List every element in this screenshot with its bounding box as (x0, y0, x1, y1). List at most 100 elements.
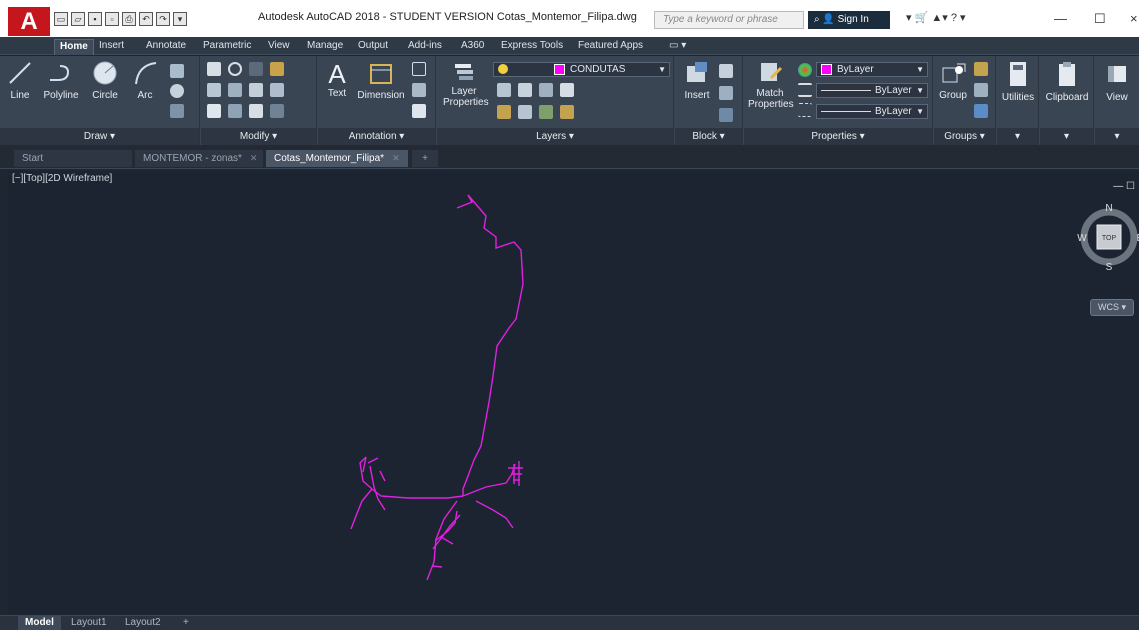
clipboard-tool[interactable]: Clipboard (1042, 60, 1092, 103)
group-edit-icon[interactable] (974, 83, 988, 97)
match-properties-tool[interactable]: Match Properties (748, 60, 794, 110)
groups-panel-title[interactable]: Groups ▾ (934, 128, 995, 145)
dimension-tool[interactable]: Dimension (356, 60, 406, 101)
linear-dimension-icon[interactable] (412, 62, 426, 76)
tab-model[interactable]: Model (18, 616, 61, 630)
block-panel-title[interactable]: Block ▾ (675, 128, 742, 145)
move-icon[interactable] (207, 62, 221, 76)
arc-tool[interactable]: Arc (130, 60, 160, 101)
application-menu-button[interactable]: A (8, 7, 50, 36)
group-tool[interactable]: Group (936, 60, 970, 101)
open-icon[interactable]: ▱ (71, 12, 85, 26)
tab-view[interactable]: View (263, 39, 295, 55)
compass-north[interactable]: N (1105, 203, 1112, 214)
undo-icon[interactable]: ↶ (139, 12, 153, 26)
color-wheel-icon[interactable] (798, 63, 812, 77)
sign-in-button[interactable]: ⌕ 👤 Sign In (808, 11, 890, 29)
scale-icon[interactable] (228, 104, 242, 118)
wcs-dropdown[interactable]: WCS ▾ (1090, 299, 1134, 316)
modify-panel-title[interactable]: Modify ▾ (201, 128, 316, 145)
tab-layout2[interactable]: Layout2 (118, 616, 168, 630)
explode-icon[interactable] (270, 83, 284, 97)
drawing-canvas[interactable] (8, 171, 1139, 615)
save-icon[interactable]: ▪ (88, 12, 102, 26)
new-icon[interactable]: ▭ (54, 12, 68, 26)
edit-block-icon[interactable] (719, 86, 733, 100)
viewcube[interactable]: TOP N S W E (1074, 201, 1139, 271)
doc-tab-cotas-montemor[interactable]: Cotas_Montemor_Filipa* ✕ (266, 150, 408, 167)
circle-tool[interactable]: Circle (86, 60, 124, 101)
tab-parametric[interactable]: Parametric (198, 39, 256, 55)
edit-attributes-icon[interactable] (719, 108, 733, 122)
tab-add-ins[interactable]: Add-ins (403, 39, 447, 55)
tab-manage[interactable]: Manage (302, 39, 348, 55)
layers-panel-title[interactable]: Layers ▾ (437, 128, 673, 145)
doc-tab-montemor-zonas[interactable]: MONTEMOR - zonas* ✕ (135, 150, 263, 167)
tab-output[interactable]: Output (353, 39, 393, 55)
ribbon-options-icon[interactable]: ▭ ▾ (664, 39, 691, 55)
copy-icon[interactable] (207, 83, 221, 97)
erase-icon[interactable] (270, 62, 284, 76)
save-as-icon[interactable]: ▫ (105, 12, 119, 26)
minimize-button[interactable]: — (1054, 11, 1067, 26)
fillet-icon[interactable] (249, 83, 263, 97)
compass-west[interactable]: W (1077, 233, 1087, 244)
array-icon[interactable] (249, 104, 263, 118)
properties-panel-title[interactable]: Properties ▾ (744, 128, 932, 145)
clipboard-panel-arrow[interactable]: ▾ (1040, 128, 1093, 145)
close-button[interactable]: × (1130, 11, 1138, 26)
layer-match-icon[interactable] (497, 105, 511, 119)
linetype-icon[interactable] (798, 103, 812, 117)
layer-previous-icon[interactable] (518, 105, 532, 119)
exchange-icon[interactable]: ▾ 🛒 (906, 12, 931, 24)
layer-walk-icon[interactable] (539, 105, 553, 119)
layer-freeze-icon[interactable] (518, 83, 532, 97)
text-tool[interactable]: A Text (322, 60, 352, 99)
search-input[interactable]: Type a keyword or phrase (654, 11, 804, 29)
new-tab-button[interactable]: + (412, 150, 438, 167)
layer-off-icon[interactable] (539, 83, 553, 97)
redo-icon[interactable]: ↷ (156, 12, 170, 26)
viewport-controls-label[interactable]: [−][Top][2D Wireframe] (12, 173, 112, 184)
polyline-tool[interactable]: Polyline (39, 60, 83, 101)
annotation-panel-title[interactable]: Annotation ▾ (318, 128, 435, 145)
view-panel-arrow[interactable]: ▾ (1095, 128, 1139, 145)
create-block-icon[interactable] (719, 64, 733, 78)
stretch-icon[interactable] (207, 104, 221, 118)
mirror-icon[interactable] (228, 83, 242, 97)
utilities-tool[interactable]: Utilities (999, 60, 1037, 103)
linetype-dropdown[interactable]: ByLayer ▼ (816, 83, 928, 98)
tab-insert[interactable]: Insert (94, 39, 129, 55)
help-icon[interactable]: ? ▾ (951, 12, 966, 24)
ungroup-icon[interactable] (974, 62, 988, 76)
tab-a360[interactable]: A360 (456, 39, 489, 55)
maximize-button[interactable]: ☐ (1094, 11, 1106, 27)
drawing-viewport[interactable]: [−][Top][2D Wireframe] — ☐ TOP N S W E W… (8, 171, 1139, 615)
new-layout-button[interactable]: + (176, 616, 196, 630)
tab-express-tools[interactable]: Express Tools (496, 39, 568, 55)
tab-layout1[interactable]: Layout1 (64, 616, 114, 630)
color-dropdown[interactable]: ByLayer ▼ (816, 62, 928, 77)
hatch-icon[interactable] (170, 104, 184, 118)
plot-icon[interactable]: ⎙ (122, 12, 136, 26)
close-icon[interactable]: ✕ (250, 153, 258, 163)
tab-home[interactable]: Home (54, 39, 94, 55)
table-icon[interactable] (412, 104, 426, 118)
doc-tab-start[interactable]: Start (14, 150, 132, 167)
ellipse-icon[interactable] (170, 84, 184, 98)
compass-south[interactable]: S (1106, 262, 1113, 271)
tab-featured-apps[interactable]: Featured Apps (573, 39, 648, 55)
lineweight-dropdown[interactable]: ByLayer ▼ (816, 104, 928, 119)
line-tool[interactable]: Line (3, 60, 37, 101)
rotate-icon[interactable] (228, 62, 242, 76)
group-selection-icon[interactable] (974, 104, 988, 118)
autodesk-icon[interactable]: ▲▾ (931, 12, 950, 24)
viewport-window-controls[interactable]: — ☐ (1113, 181, 1135, 192)
layer-properties-tool[interactable]: Layer Properties (443, 60, 489, 108)
layer-merge-icon[interactable] (560, 105, 574, 119)
layer-lock-icon[interactable] (560, 83, 574, 97)
customize-qat-icon[interactable]: ▾ (173, 12, 187, 26)
tab-annotate[interactable]: Annotate (141, 39, 191, 55)
utilities-panel-arrow[interactable]: ▾ (997, 128, 1038, 145)
leader-icon[interactable] (412, 83, 426, 97)
